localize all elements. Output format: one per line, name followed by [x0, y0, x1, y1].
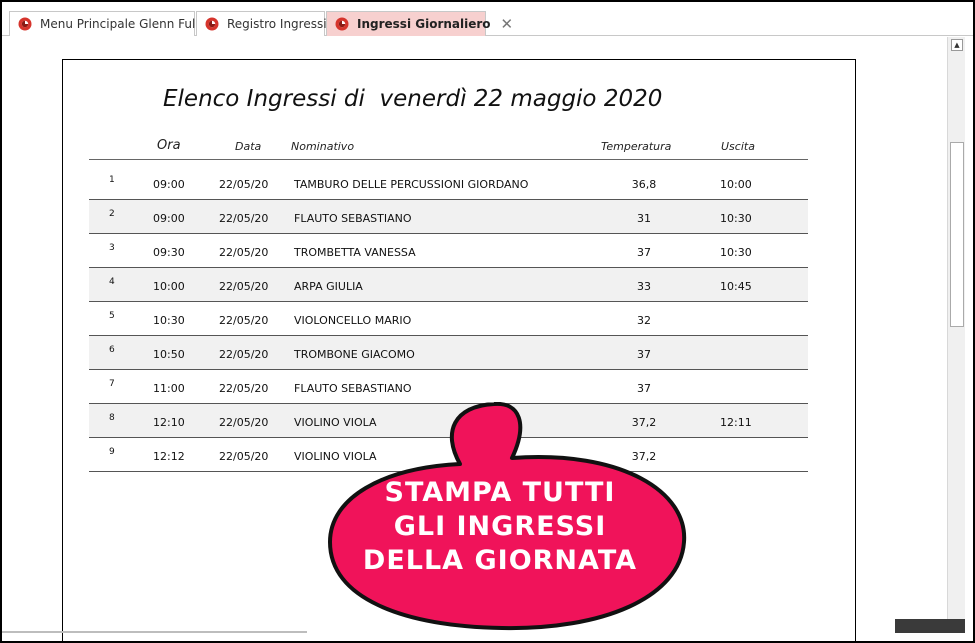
callout-line: DELLA GIORNATA	[362, 545, 638, 576]
cell-data: 22/05/20	[219, 212, 269, 225]
callout-line: GLI INGRESSI	[393, 511, 607, 542]
app-logo-icon	[205, 17, 219, 31]
cell-data: 22/05/20	[219, 416, 269, 429]
cell-nominativo: TROMBONE GIACOMO	[294, 348, 415, 361]
cell-ora: 11:00	[153, 382, 185, 395]
column-header-data: Data	[235, 140, 262, 153]
app-logo-icon	[18, 17, 32, 31]
row-number: 9	[109, 447, 115, 457]
cell-temperatura: 31	[637, 212, 651, 225]
cell-uscita: 10:45	[720, 280, 752, 293]
header-divider	[89, 159, 808, 160]
tab-ingressi-giornaliero[interactable]: Ingressi Giornaliero ✕	[326, 11, 513, 36]
cell-data: 22/05/20	[219, 280, 269, 293]
row-number: 8	[109, 413, 115, 423]
cell-ora: 09:00	[153, 212, 185, 225]
column-header-nominativo: Nominativo	[291, 140, 355, 153]
tab-label: Registro Ingressi	[227, 17, 327, 31]
cell-data: 22/05/20	[219, 450, 269, 463]
app-window: Menu Principale Glenn Full Registro Ingr…	[2, 2, 973, 641]
table-row: 5 10:30 22/05/20 VIOLONCELLO MARIO 32	[89, 302, 808, 336]
cell-data: 22/05/20	[219, 382, 269, 395]
cell-data: 22/05/20	[219, 348, 269, 361]
row-number: 4	[109, 277, 115, 287]
speech-bubble-callout: STAMPA TUTTI GLI INGRESSI DELLA GIORNATA	[322, 401, 692, 632]
cell-data: 22/05/20	[219, 314, 269, 327]
cell-uscita: 12:11	[720, 416, 752, 429]
row-number: 2	[109, 209, 115, 219]
row-number: 1	[109, 175, 115, 185]
cell-ora: 10:30	[153, 314, 185, 327]
cell-temperatura: 36,8	[631, 178, 657, 191]
cell-ora: 10:00	[153, 280, 185, 293]
horizontal-scrollbar-corner	[895, 619, 965, 633]
table-row: 6 10:50 22/05/20 TROMBONE GIACOMO 37	[89, 336, 808, 370]
scrollbar-thumb[interactable]	[950, 142, 964, 327]
cell-temperatura: 37	[637, 246, 651, 259]
tab-label: Menu Principale Glenn Full	[40, 17, 199, 31]
tab-registro-ingressi[interactable]: Registro Ingressi	[196, 11, 327, 36]
cell-nominativo: FLAUTO SEBASTIANO	[294, 212, 412, 225]
tab-strip: Menu Principale Glenn Full Registro Ingr…	[2, 2, 973, 36]
callout-line: STAMPA TUTTI	[384, 477, 616, 508]
row-number: 7	[109, 379, 115, 389]
cell-ora: 10:50	[153, 348, 185, 361]
column-header-temperatura: Temperatura	[601, 140, 672, 153]
cell-uscita: 10:30	[720, 246, 752, 259]
column-header-ora: Ora	[157, 138, 181, 153]
cell-uscita: 10:30	[720, 212, 752, 225]
cell-ora: 12:10	[153, 416, 185, 429]
cell-uscita: 10:00	[720, 178, 752, 191]
scroll-up-arrow-icon[interactable]: ▲	[951, 39, 963, 51]
cell-nominativo: FLAUTO SEBASTIANO	[294, 382, 412, 395]
table-row: 3 09:30 22/05/20 TROMBETTA VANESSA 37 10…	[89, 234, 808, 268]
row-number: 3	[109, 243, 115, 253]
table-row: 4 10:00 22/05/20 ARPA GIULIA 33 10:45	[89, 268, 808, 302]
cell-data: 22/05/20	[219, 178, 269, 191]
cell-ora: 09:30	[153, 246, 185, 259]
table-row: 1 09:00 22/05/20 TAMBURO DELLE PERCUSSIO…	[89, 166, 808, 200]
cell-temperatura: 33	[637, 280, 651, 293]
table-row: 7 11:00 22/05/20 FLAUTO SEBASTIANO 37	[89, 370, 808, 404]
app-logo-icon	[335, 17, 349, 31]
cell-nominativo: VIOLONCELLO MARIO	[294, 314, 412, 327]
close-icon[interactable]: ✕	[501, 16, 514, 32]
horizontal-scrollbar-track	[2, 631, 307, 633]
cell-nominativo: TROMBETTA VANESSA	[294, 246, 416, 259]
vertical-scrollbar[interactable]: ▲	[947, 37, 965, 622]
table-row: 2 09:00 22/05/20 FLAUTO SEBASTIANO 31 10…	[89, 200, 808, 234]
cell-ora: 09:00	[153, 178, 185, 191]
cell-nominativo: ARPA GIULIA	[294, 280, 363, 293]
tab-label: Ingressi Giornaliero	[357, 17, 491, 31]
row-number: 6	[109, 345, 115, 355]
callout-text: STAMPA TUTTI GLI INGRESSI DELLA GIORNATA	[350, 476, 650, 578]
cell-nominativo: TAMBURO DELLE PERCUSSIONI GIORDANO	[294, 178, 529, 191]
cell-temperatura: 37	[637, 348, 651, 361]
column-header-uscita: Uscita	[721, 140, 755, 153]
cell-data: 22/05/20	[219, 246, 269, 259]
report-title: Elenco Ingressi di venerdì 22 maggio 202…	[163, 86, 663, 112]
tab-menu-principale[interactable]: Menu Principale Glenn Full	[9, 11, 199, 36]
cell-temperatura: 37	[637, 382, 651, 395]
cell-ora: 12:12	[153, 450, 185, 463]
cell-temperatura: 32	[637, 314, 651, 327]
row-number: 5	[109, 311, 115, 321]
